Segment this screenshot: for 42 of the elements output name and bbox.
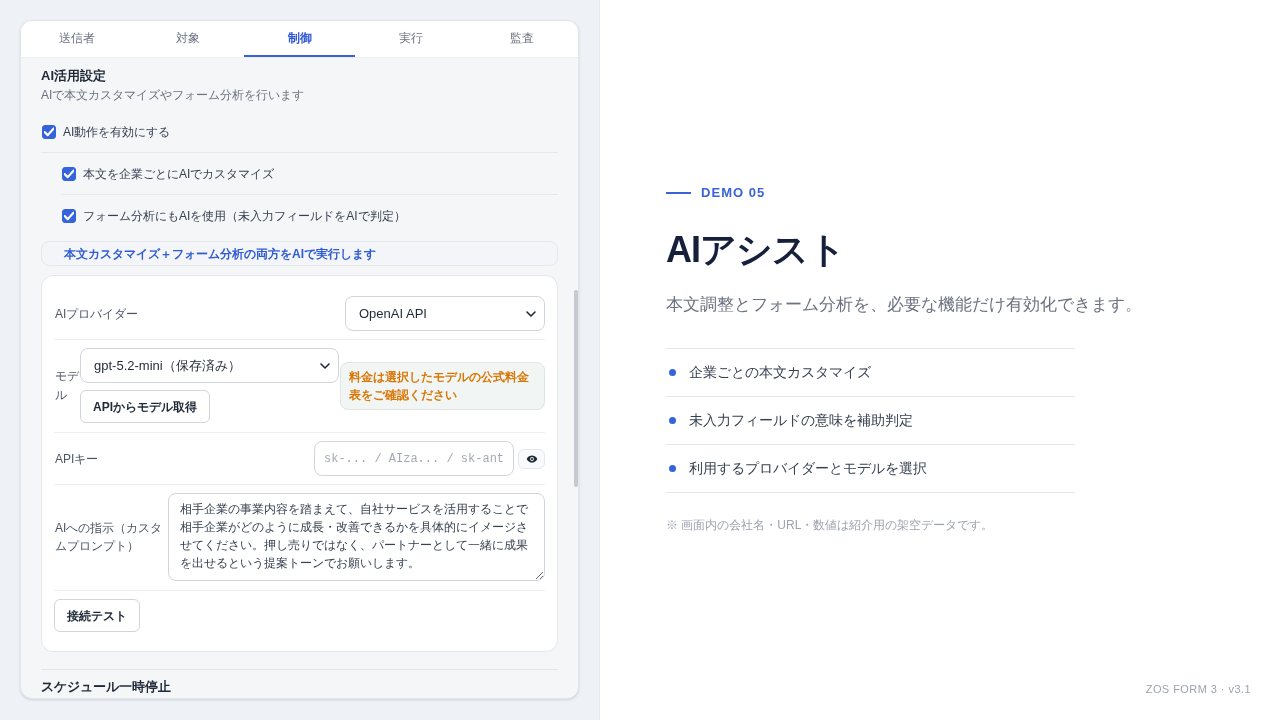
checkbox-label: 本文を企業ごとにAIでカスタマイズ — [83, 165, 275, 183]
field-label: モデル — [54, 367, 80, 404]
section-title: スケジュール一時停止 — [41, 679, 171, 695]
provider-select[interactable]: OpenAI API — [345, 296, 545, 331]
section-title: AI活用設定 — [41, 67, 106, 84]
chevron-down-icon — [320, 362, 330, 369]
check-icon — [64, 168, 74, 179]
tab[interactable]: 送信者 — [21, 21, 133, 57]
checkbox[interactable] — [62, 209, 76, 223]
accent-line — [666, 192, 691, 194]
api-key-field[interactable]: sk-... / AIza... / sk-ant — [314, 441, 514, 476]
hero-title: AIアシスト — [666, 228, 845, 272]
checkbox-label: AI動作を有効にする — [63, 123, 171, 141]
section-description: AIで本文カスタマイズやフォーム分析を行います — [41, 88, 305, 102]
fetch-models-button[interactable]: APIからモデル取得 — [80, 390, 210, 423]
hero-lead: 本文調整とフォーム分析を、必要な機能だけ有効化できます。 — [666, 294, 1142, 316]
eyebrow-label: DEMO 05 — [701, 184, 766, 203]
version-label: ZOS FORM 3 · v3.1 — [1145, 682, 1251, 696]
eye-icon — [525, 454, 538, 463]
mode-note: 本文カスタマイズ＋フォーム分析の両方をAIで実行します — [41, 241, 558, 266]
tab[interactable]: 監査 — [466, 21, 578, 57]
prompt-textarea[interactable]: 相手企業の事業内容を踏まえて、自社サービスを活用することで相手企業がどのように成長・改善できるかを具体的にイメージさせてください。押し売りではなく、パートナーとして一緒に成果を出せるという提案トーンでお願いします。 — [168, 493, 545, 581]
check-icon — [44, 126, 54, 137]
feature-item: 利用するプロバイダーとモデルを選択 — [689, 459, 927, 478]
feature-item: 未入力フィールドの意味を補助判定 — [689, 411, 913, 430]
checkbox-label: フォーム分析にもAIを使用（未入力フィールドをAIで判定） — [83, 208, 406, 225]
pricing-notice: 料金は選択したモデルの公式料金表をご確認ください — [340, 361, 545, 410]
field-label: AIへの指示（カスタムプロンプト） — [54, 520, 164, 555]
show-key-button[interactable] — [518, 448, 545, 469]
check-icon — [64, 211, 74, 221]
checkbox[interactable] — [42, 124, 56, 139]
feature-item: 企業ごとの本文カスタマイズ — [689, 363, 871, 382]
field-label: AIプロバイダー — [54, 305, 139, 323]
model-select[interactable]: gpt-5.2-mini（保存済み） — [80, 348, 339, 383]
tab[interactable]: 対象 — [132, 21, 244, 57]
chevron-down-icon — [526, 310, 536, 317]
tab[interactable]: 実行 — [355, 21, 467, 57]
disclaimer-note: ※ 画面内の会社名・URL・数値は紹介用の架空データです。 — [666, 518, 994, 533]
field-label: APIキー — [54, 450, 99, 468]
tab[interactable]: 制御 — [243, 21, 356, 57]
connection-test-button[interactable]: 接続テスト — [54, 599, 140, 632]
checkbox[interactable] — [62, 166, 76, 181]
